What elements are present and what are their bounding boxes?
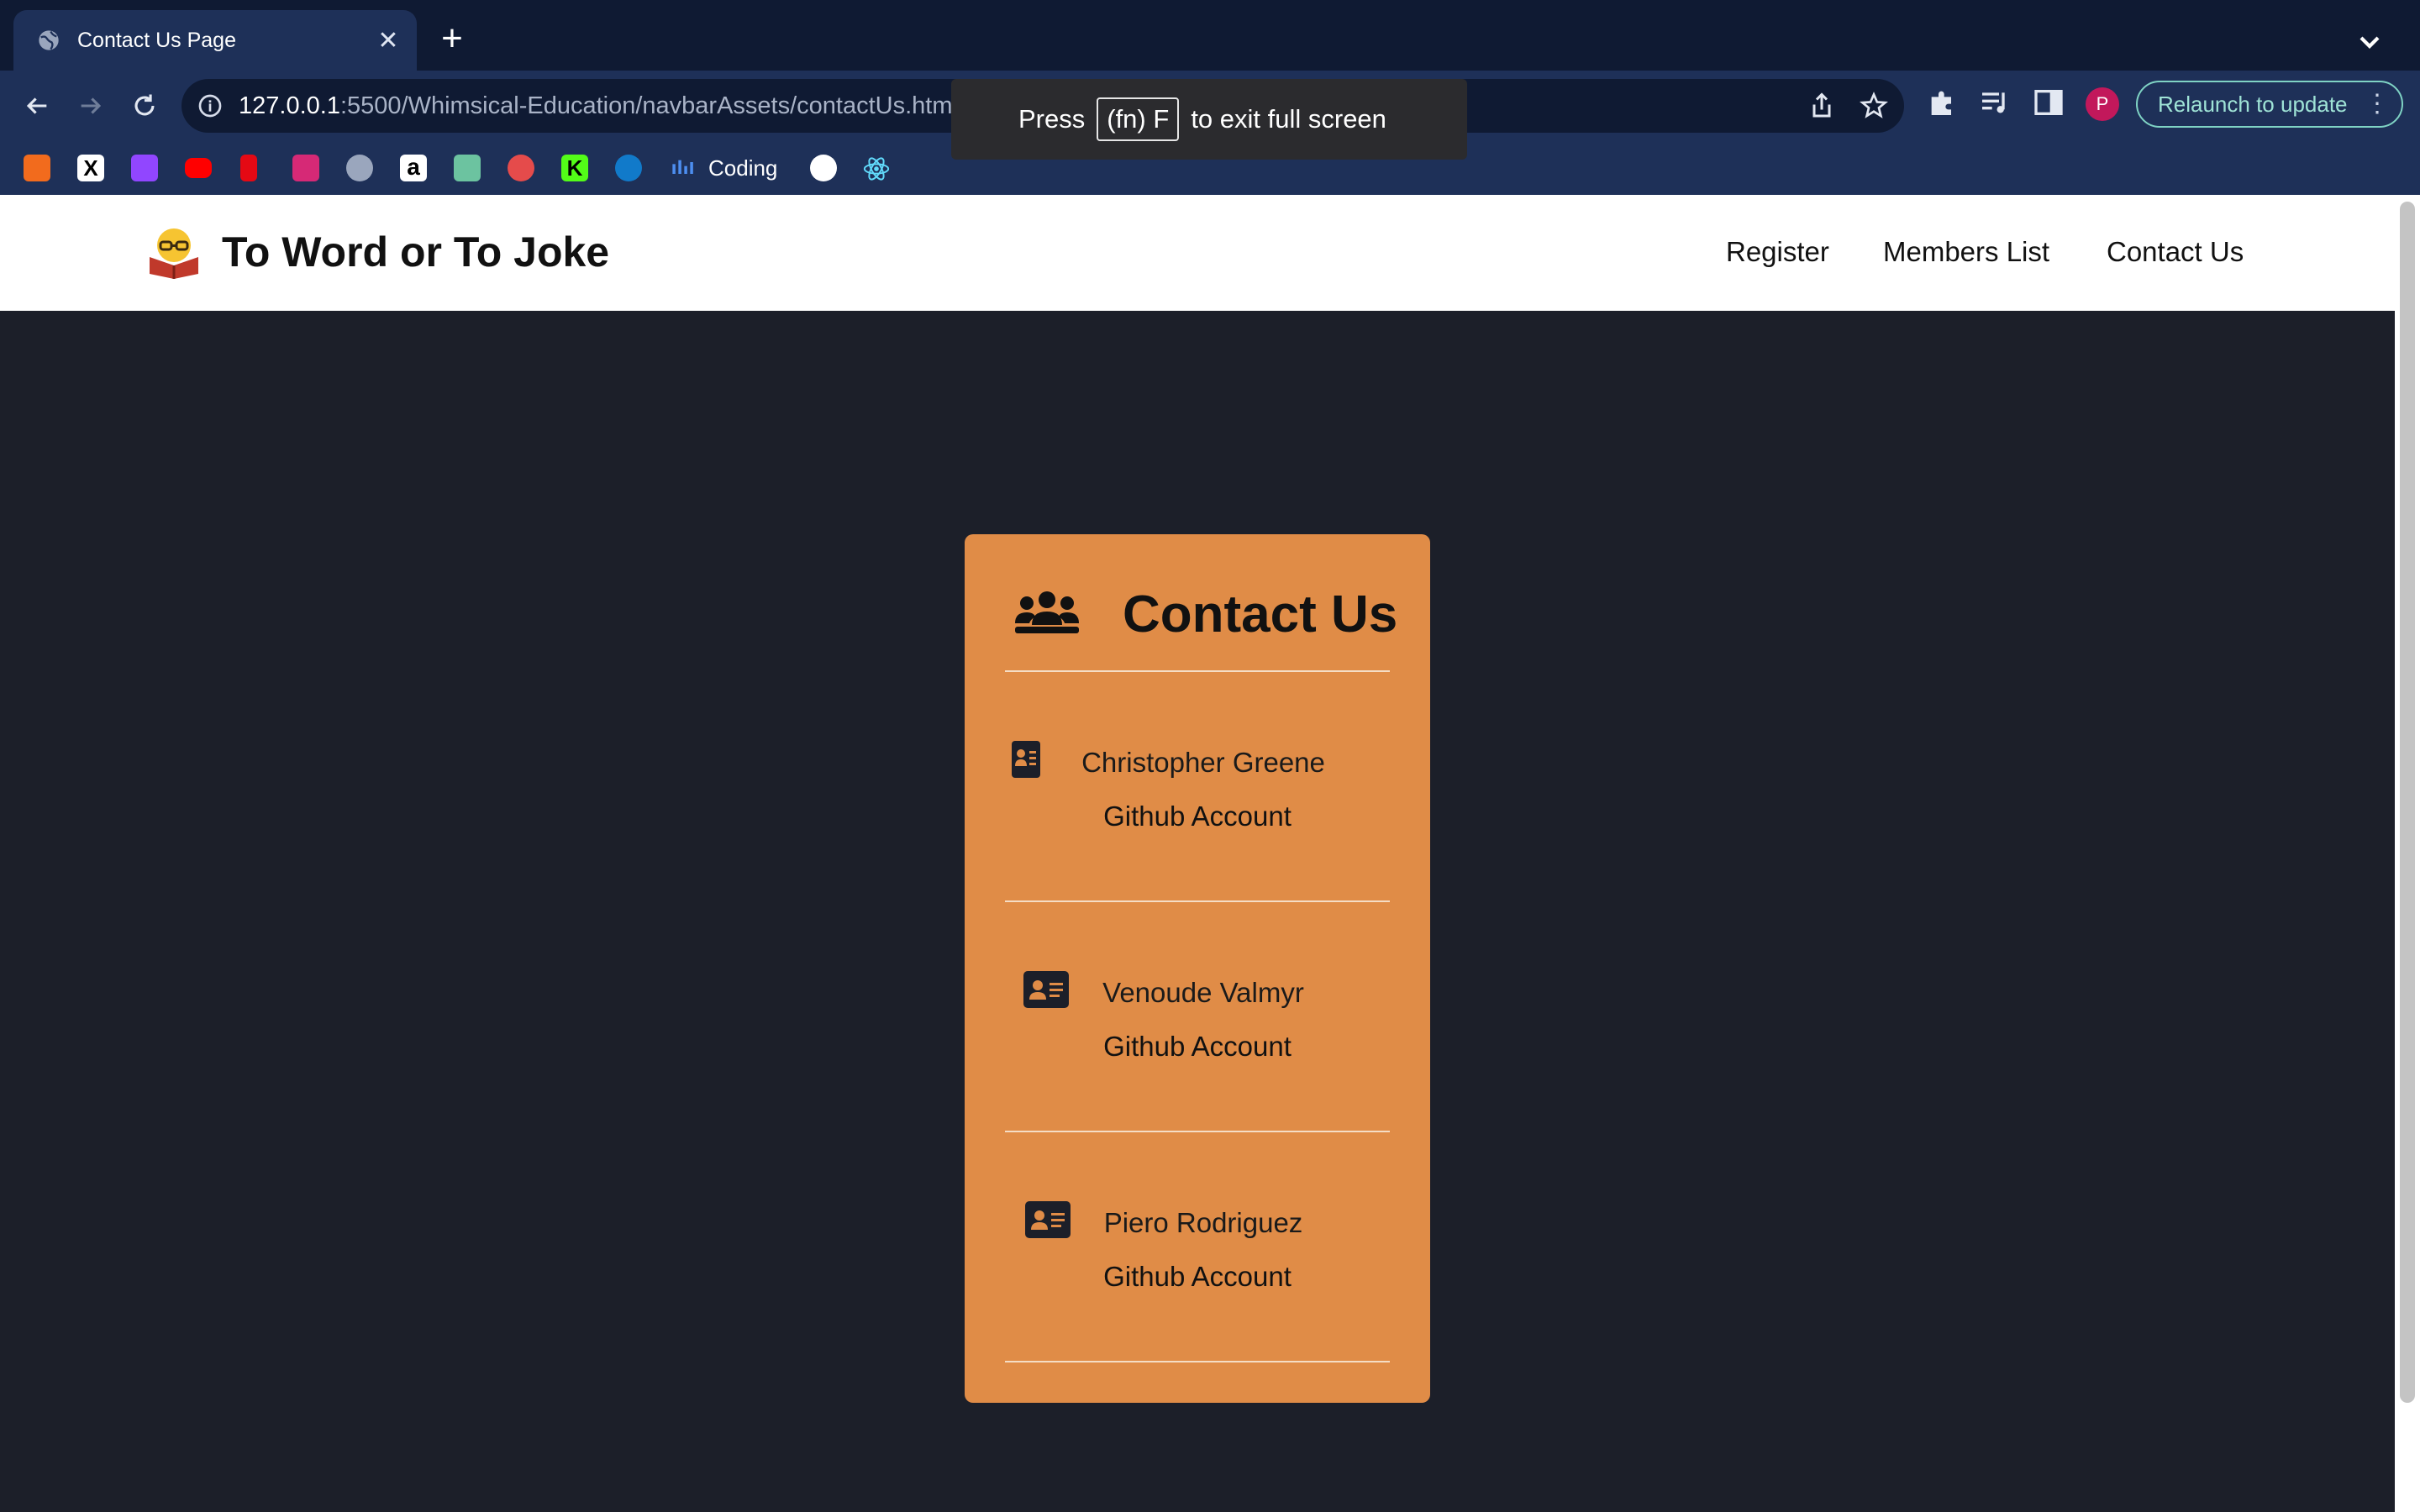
member-entry: Christopher Greene Github Account bbox=[965, 734, 1430, 869]
member-name: Piero Rodriguez bbox=[1103, 1207, 1303, 1238]
new-tab-button[interactable]: + bbox=[435, 20, 469, 57]
extensions-icon[interactable] bbox=[1926, 86, 1960, 119]
close-tab-icon[interactable]: ✕ bbox=[375, 27, 402, 55]
arrow-right-icon bbox=[81, 97, 102, 114]
netflix-bookmark-icon[interactable] bbox=[240, 155, 257, 181]
m-bookmark-icon[interactable] bbox=[810, 155, 837, 181]
arrow-left-icon bbox=[26, 97, 47, 114]
globe-icon bbox=[39, 30, 59, 50]
contact-title: Contact Us bbox=[1123, 585, 1398, 643]
coding-bookmark-label[interactable]: Coding bbox=[708, 153, 777, 183]
share-icon[interactable] bbox=[1807, 91, 1837, 121]
forward-button[interactable] bbox=[71, 86, 111, 126]
soundcloud-bookmark-icon[interactable] bbox=[24, 155, 50, 181]
tab-title: Contact Us Page bbox=[77, 28, 236, 52]
instagram-bookmark-icon[interactable] bbox=[292, 155, 319, 181]
relaunch-label: Relaunch to update bbox=[2158, 92, 2348, 117]
nav-members-list[interactable]: Members List bbox=[1883, 234, 2049, 270]
kick-bookmark-icon[interactable]: K bbox=[561, 155, 588, 181]
nav-register[interactable]: Register bbox=[1726, 234, 1829, 270]
twitch-bookmark-icon[interactable] bbox=[131, 155, 158, 181]
fullscreen-toast: Press (fn) F to exit full screen bbox=[951, 79, 1467, 160]
divider bbox=[1005, 900, 1390, 902]
reload-icon bbox=[134, 94, 155, 116]
react-bookmark-icon[interactable] bbox=[862, 155, 891, 183]
url-path: :5500/Whimsical-Education/navbarAssets/c… bbox=[339, 92, 958, 119]
amazon-bookmark-icon[interactable]: a bbox=[400, 155, 427, 181]
github-link[interactable]: Github Account bbox=[965, 1028, 1430, 1065]
more-menu-icon[interactable]: ⋮ bbox=[2365, 82, 2390, 126]
star-icon[interactable] bbox=[1859, 91, 1889, 121]
profile-avatar[interactable]: P bbox=[2086, 87, 2119, 121]
relaunch-button[interactable]: Relaunch to update ⋮ bbox=[2136, 81, 2403, 128]
member-name: Christopher Greene bbox=[1081, 747, 1325, 778]
member-entry: Piero Rodriguez Github Account bbox=[965, 1194, 1430, 1329]
red-app-bookmark-icon[interactable] bbox=[508, 155, 534, 181]
divider bbox=[1005, 1131, 1390, 1132]
side-panel-icon[interactable] bbox=[2032, 86, 2065, 119]
toast-press: Press bbox=[1018, 104, 1086, 134]
site-navbar: To Word or To Joke Register Members List… bbox=[0, 195, 2395, 311]
reload-button[interactable] bbox=[124, 86, 165, 126]
divider bbox=[1005, 670, 1390, 672]
url-host: 127.0.0.1 bbox=[239, 92, 340, 119]
github-link[interactable]: Github Account bbox=[965, 1258, 1430, 1295]
member-name: Venoude Valmyr bbox=[1102, 977, 1304, 1008]
contact-card: Contact Us Christopher Greene Github Acc… bbox=[965, 534, 1430, 1403]
nerd-reading-icon[interactable] bbox=[145, 225, 203, 279]
chevron-down-icon[interactable] bbox=[2353, 25, 2386, 59]
url-text[interactable]: 127.0.0.1:5500/Whimsical-Education/navba… bbox=[239, 79, 958, 133]
member-entry: Venoude Valmyr Github Account bbox=[965, 964, 1430, 1099]
divider bbox=[1005, 1361, 1390, 1362]
site-info-icon[interactable] bbox=[197, 92, 224, 119]
browser-tab[interactable]: Contact Us Page ✕ bbox=[13, 10, 417, 71]
card-header: Contact Us bbox=[965, 581, 1430, 648]
scrollbar-thumb[interactable] bbox=[2400, 202, 2415, 1403]
browser-tabstrip: Contact Us Page ✕ + bbox=[0, 0, 2420, 71]
site-brand[interactable]: To Word or To Joke bbox=[222, 225, 609, 279]
coding-folder-icon[interactable] bbox=[671, 156, 694, 180]
media-icon[interactable] bbox=[1978, 86, 2012, 119]
feedly-bookmark-icon[interactable] bbox=[454, 155, 481, 181]
x-bookmark-icon[interactable]: X bbox=[77, 155, 104, 181]
chase-bookmark-icon[interactable] bbox=[615, 155, 642, 181]
nav-contact-us[interactable]: Contact Us bbox=[2107, 234, 2244, 270]
toast-key: (fn) F bbox=[1097, 97, 1180, 141]
globe-bookmark-icon[interactable] bbox=[346, 155, 373, 181]
back-button[interactable] bbox=[17, 86, 57, 126]
youtube-bookmark-icon[interactable] bbox=[185, 158, 212, 178]
github-link[interactable]: Github Account bbox=[965, 798, 1430, 835]
toast-rest: to exit full screen bbox=[1191, 104, 1386, 134]
users-group-icon bbox=[1015, 591, 1079, 633]
